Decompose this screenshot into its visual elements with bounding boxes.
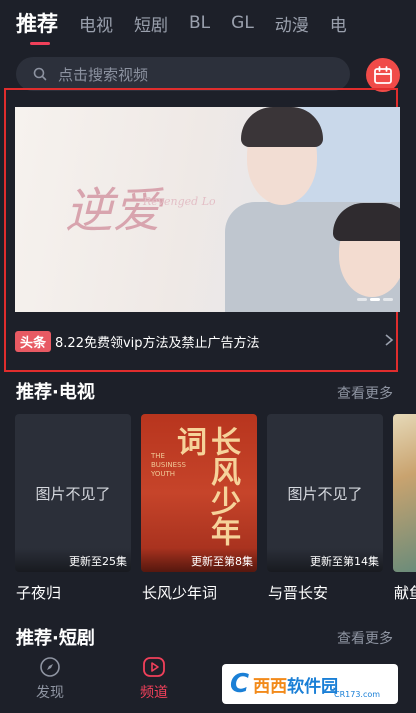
carousel-dot <box>357 298 367 301</box>
watermark-prefix: C <box>230 669 250 699</box>
calendar-button[interactable] <box>366 58 400 92</box>
watermark-domain: CR173.com <box>334 690 381 699</box>
tab-anime[interactable]: 动漫 <box>275 11 309 36</box>
see-more-short[interactable]: 查看更多 <box>337 628 393 648</box>
tab-gl[interactable]: GL <box>231 13 254 33</box>
tab-tv[interactable]: 电视 <box>79 11 113 36</box>
section-title-tv: 推荐·电视 <box>16 382 95 403</box>
headline-badge: 头条 <box>15 330 52 352</box>
update-badge: 更新至25集 <box>69 555 127 568</box>
tab-bl[interactable]: BL <box>189 13 210 33</box>
poster-english-title: THE BUSINESS YOUTH <box>151 452 186 478</box>
tab-recommend[interactable]: 推荐 <box>16 8 58 45</box>
compass-icon <box>40 657 60 677</box>
update-badge: 更新至第14集 <box>310 555 379 568</box>
watermark-brand: 西西 <box>253 676 288 697</box>
search-icon <box>33 67 47 81</box>
carousel-dot-active <box>370 298 380 301</box>
watermark-logo: C 西西 软件园 CR173.com <box>222 664 398 704</box>
banner-figure-hair <box>241 107 323 147</box>
banner-carousel[interactable]: 逆爱 Revenged Love <box>15 107 400 312</box>
tv-card-4[interactable] <box>393 414 416 572</box>
carousel-dot <box>383 298 393 301</box>
banner-title-text: 逆爱 <box>65 183 165 239</box>
tv-card-1[interactable]: 图片不见了 更新至25集 <box>15 414 131 572</box>
headline-row[interactable]: 头条 8.22免费领vip方法及禁止广告方法 <box>15 330 400 352</box>
headline-text: 8.22免费领vip方法及禁止广告方法 <box>55 335 260 351</box>
search-placeholder: 点击搜索视频 <box>58 65 149 84</box>
watermark-brand-2: 软件园 <box>287 676 339 697</box>
tab-short-drama[interactable]: 短剧 <box>134 11 168 36</box>
tv-card-title: 献鱼 <box>394 584 416 602</box>
calendar-icon <box>374 66 392 84</box>
banner-subtitle-text: Revenged Love <box>142 195 215 208</box>
play-icon <box>143 657 165 677</box>
top-tab-bar: 推荐 电视 短剧 BL GL 动漫 电 <box>0 0 416 46</box>
chevron-right-icon <box>385 334 394 346</box>
nav-discover[interactable]: 发现 <box>36 656 64 702</box>
nav-label-discover: 发现 <box>36 685 64 701</box>
tv-card-3[interactable]: 图片不见了 更新至第14集 <box>267 414 383 572</box>
section-title-short: 推荐·短剧 <box>16 628 95 649</box>
tv-card-title: 与晋长安 <box>268 584 329 602</box>
tab-movie[interactable]: 电 <box>330 11 347 36</box>
update-badge: 更新至第8集 <box>191 555 253 568</box>
nav-label-channel: 频道 <box>140 685 168 701</box>
tv-card-2[interactable]: 长风少年词 THE BUSINESS YOUTH 更新至第8集 <box>141 414 257 572</box>
nav-channel[interactable]: 频道 <box>140 656 168 702</box>
carousel-indicator <box>357 298 393 301</box>
tv-card-title: 长风少年词 <box>142 584 218 602</box>
search-input[interactable]: 点击搜索视频 <box>16 57 350 91</box>
see-more-tv[interactable]: 查看更多 <box>337 383 393 403</box>
tv-card-title: 子夜归 <box>16 584 62 602</box>
banner-title-logo: 逆爱 Revenged Love <box>65 183 215 239</box>
